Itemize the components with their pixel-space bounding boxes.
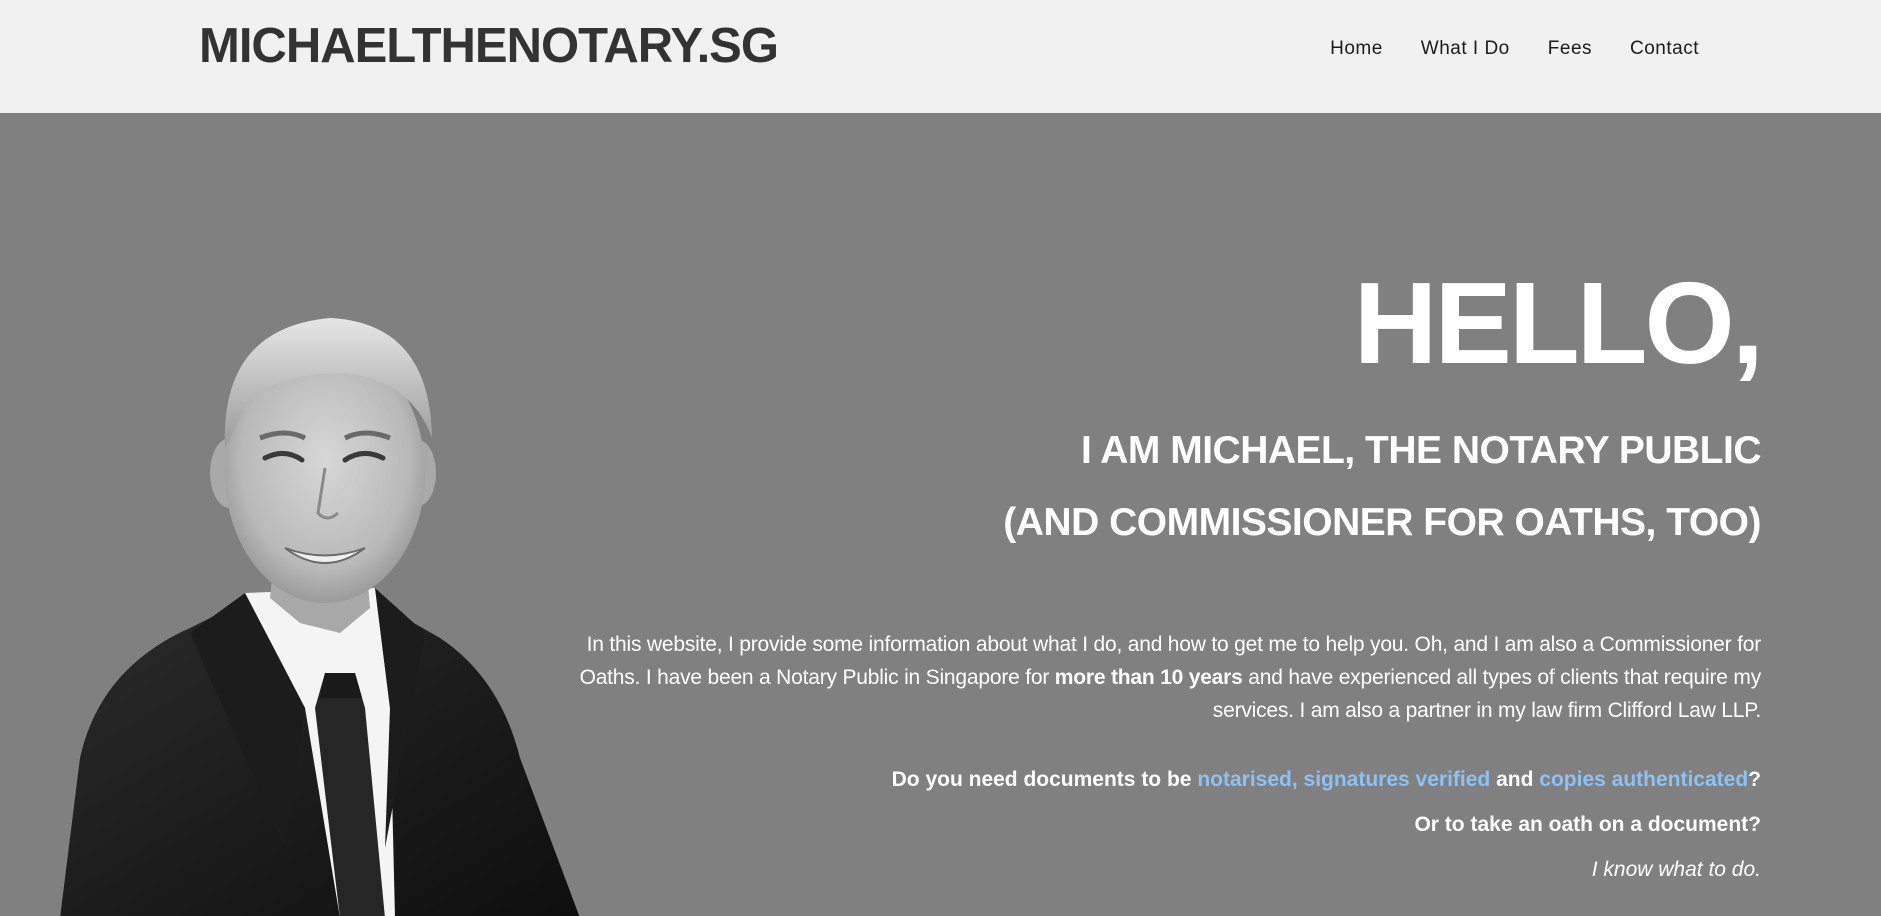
- services-question: Do you need documents to be notarised, s…: [892, 767, 1761, 792]
- hero-subtitle-line2: (AND COMMISSIONER FOR OATHS, TOO): [1003, 501, 1761, 544]
- hero-section: HELLO, I AM MICHAEL, THE NOTARY PUBLIC (…: [0, 113, 1881, 916]
- intro-highlight: more than 10 years: [1054, 666, 1243, 689]
- tagline: I know what to do.: [1591, 858, 1761, 881]
- site-header: MICHAELTHENOTARY.SG Home What I Do Fees …: [0, 0, 1881, 113]
- link-notarised-signatures[interactable]: notarised, signatures verified: [1197, 768, 1490, 791]
- nav-what-i-do[interactable]: What I Do: [1421, 38, 1510, 60]
- hero-greeting: HELLO,: [1353, 258, 1764, 388]
- question-suffix: ?: [1748, 768, 1761, 791]
- intro-text-part2: and have experienced all types of client…: [1212, 666, 1761, 722]
- hero-subtitle-line1: I AM MICHAEL, THE NOTARY PUBLIC: [1081, 429, 1762, 472]
- nav-contact[interactable]: Contact: [1630, 38, 1699, 60]
- nav-fees[interactable]: Fees: [1548, 38, 1592, 60]
- question-prefix: Do you need documents to be: [891, 768, 1198, 791]
- nav-home[interactable]: Home: [1330, 38, 1383, 60]
- portrait-photo: [60, 318, 580, 916]
- site-logo[interactable]: MICHAELTHENOTARY.SG: [199, 18, 779, 74]
- question-middle: and: [1490, 768, 1540, 791]
- intro-paragraph: In this website, I provide some informat…: [571, 628, 1762, 727]
- main-nav: Home What I Do Fees Contact: [1330, 38, 1699, 60]
- link-copies-authenticated[interactable]: copies authenticated: [1539, 768, 1748, 791]
- oath-question: Or to take an oath on a document?: [1414, 813, 1761, 836]
